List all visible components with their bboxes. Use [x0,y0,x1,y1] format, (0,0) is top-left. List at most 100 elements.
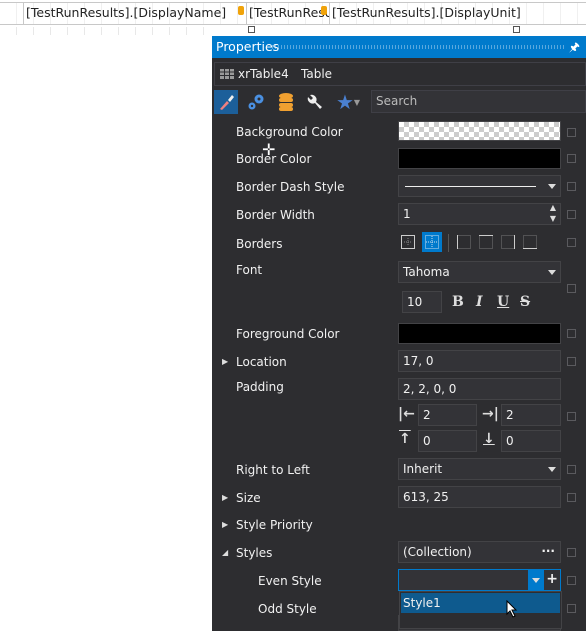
chevron-down-icon [532,578,540,583]
property-checkbox[interactable] [567,357,576,366]
label-font: Font [236,263,263,277]
label-foreground-color: Foreground Color [236,327,340,341]
database-field-icon [238,6,244,15]
property-checkbox[interactable] [567,154,576,163]
padding-left-input[interactable]: 2 [418,404,477,426]
pin-icon[interactable]: 🖈 [569,36,580,58]
borders-editor [398,232,558,254]
border-width-spinner[interactable]: 1 ▲ ▼ [398,203,561,225]
table-cell-display-unit[interactable]: [TestRunResults].[DisplayUnit] [329,3,586,24]
gears-icon[interactable] [244,90,268,114]
property-checkbox[interactable] [567,210,576,219]
location-input[interactable]: 17, 0 [398,350,561,372]
size-input[interactable]: 613, 25 [398,486,561,508]
chevron-down-icon [548,270,556,275]
label-style-priority: Style Priority [236,518,313,532]
object-name: xrTable4 [238,67,289,81]
property-checkbox[interactable] [567,128,576,137]
even-style-dropdown[interactable]: + [398,569,561,591]
label-border-width: Border Width [236,208,315,222]
mouse-pointer-icon [506,600,518,618]
chevron-down-icon [548,184,556,189]
label-border-color: Border Color [236,152,312,166]
ellipsis-button[interactable]: ··· [541,541,555,561]
property-checkbox[interactable] [567,576,576,585]
padding-top-input[interactable]: 0 [418,430,477,452]
label-location: Location [236,355,287,369]
panel-titlebar[interactable]: Properties 🖈 [212,36,586,58]
padding-bottom-icon: ↓ [483,431,495,447]
property-checkbox[interactable] [567,604,576,613]
expand-icon[interactable]: ▶ [222,493,228,502]
border-right-icon[interactable] [498,232,518,252]
search-input[interactable]: Search [371,90,586,113]
font-size-input[interactable]: 10 [402,291,442,313]
label-size: Size [236,491,261,505]
database-icon[interactable] [274,90,298,114]
resize-handle[interactable] [513,26,520,33]
solid-line-preview [405,186,536,187]
property-checkbox[interactable] [567,329,576,338]
property-checkbox[interactable] [567,284,576,293]
padding-right-input[interactable]: 2 [501,404,561,426]
bold-button[interactable]: B [452,294,464,310]
star-icon[interactable]: ★ ▼ [330,90,366,114]
border-color-editor[interactable] [398,148,561,169]
property-checkbox[interactable] [567,493,576,502]
right-to-left-dropdown[interactable]: Inherit [398,458,561,480]
style-dropdown-list: Style1 [399,591,562,629]
property-checkbox[interactable] [567,238,576,247]
expand-icon[interactable]: ▶ [222,520,228,529]
label-padding: Padding [236,380,284,394]
padding-input[interactable]: 2, 2, 0, 0 [398,378,561,400]
table-icon [220,69,234,79]
add-style-button[interactable]: + [546,569,558,589]
table-cell-display-name[interactable]: [TestRunResults].[DisplayName] [23,3,246,24]
label-border-dash-style: Border Dash Style [236,180,345,194]
underline-button[interactable]: U [497,294,509,310]
border-all-icon[interactable] [422,232,442,252]
wrench-icon[interactable] [302,90,326,114]
dropdown-option-style1[interactable]: Style1 [401,593,560,613]
right-to-left-value: Inherit [403,462,443,476]
border-width-value: 1 [403,207,411,221]
chevron-down-icon [548,467,556,472]
property-checkbox[interactable] [567,548,576,557]
italic-button[interactable]: I [476,294,483,310]
label-even-style: Even Style [258,574,322,588]
collapse-icon[interactable]: ◢ [222,548,228,557]
styles-collection-editor[interactable]: (Collection) ··· [398,541,561,563]
object-type: Table [301,67,333,81]
spinner-arrows-icon[interactable]: ▲ ▼ [550,202,556,224]
label-borders: Borders [236,237,283,251]
padding-right-icon: →| [482,406,499,422]
border-bottom-icon[interactable] [520,232,540,252]
brush-icon[interactable] [214,90,238,114]
table-cell-display-value[interactable]: [TestRunResult [246,3,329,24]
label-right-to-left: Right to Left [236,463,310,477]
properties-toolbar: ★ ▼ Search [214,88,586,116]
font-value: Tahoma [403,265,450,279]
border-left-icon[interactable] [454,232,474,252]
border-top-icon[interactable] [476,232,496,252]
strikeout-button[interactable]: S [520,294,530,310]
titlebar-grip [272,45,564,49]
padding-left-icon: |← [398,406,415,422]
label-styles: Styles [236,546,273,560]
expand-icon[interactable]: ▶ [222,357,228,366]
foreground-color-editor[interactable] [398,323,561,344]
divider [448,234,449,252]
background-color-editor[interactable] [398,121,561,141]
dropdown-button[interactable] [528,570,544,590]
font-dropdown[interactable]: Tahoma [398,261,561,283]
resize-handle[interactable] [248,26,255,33]
padding-bottom-input[interactable]: 0 [501,430,561,452]
property-checkbox[interactable] [567,412,576,421]
property-checkbox[interactable] [567,465,576,474]
border-dash-style-dropdown[interactable] [398,175,561,197]
report-table-row[interactable]: [TestRunResults].[DisplayName] [TestRunR… [0,2,586,25]
label-background-color: Background Color [236,125,343,139]
border-none-icon[interactable] [398,232,418,252]
property-checkbox[interactable] [567,182,576,191]
selected-object-header[interactable]: xrTable4 Table [214,62,586,86]
